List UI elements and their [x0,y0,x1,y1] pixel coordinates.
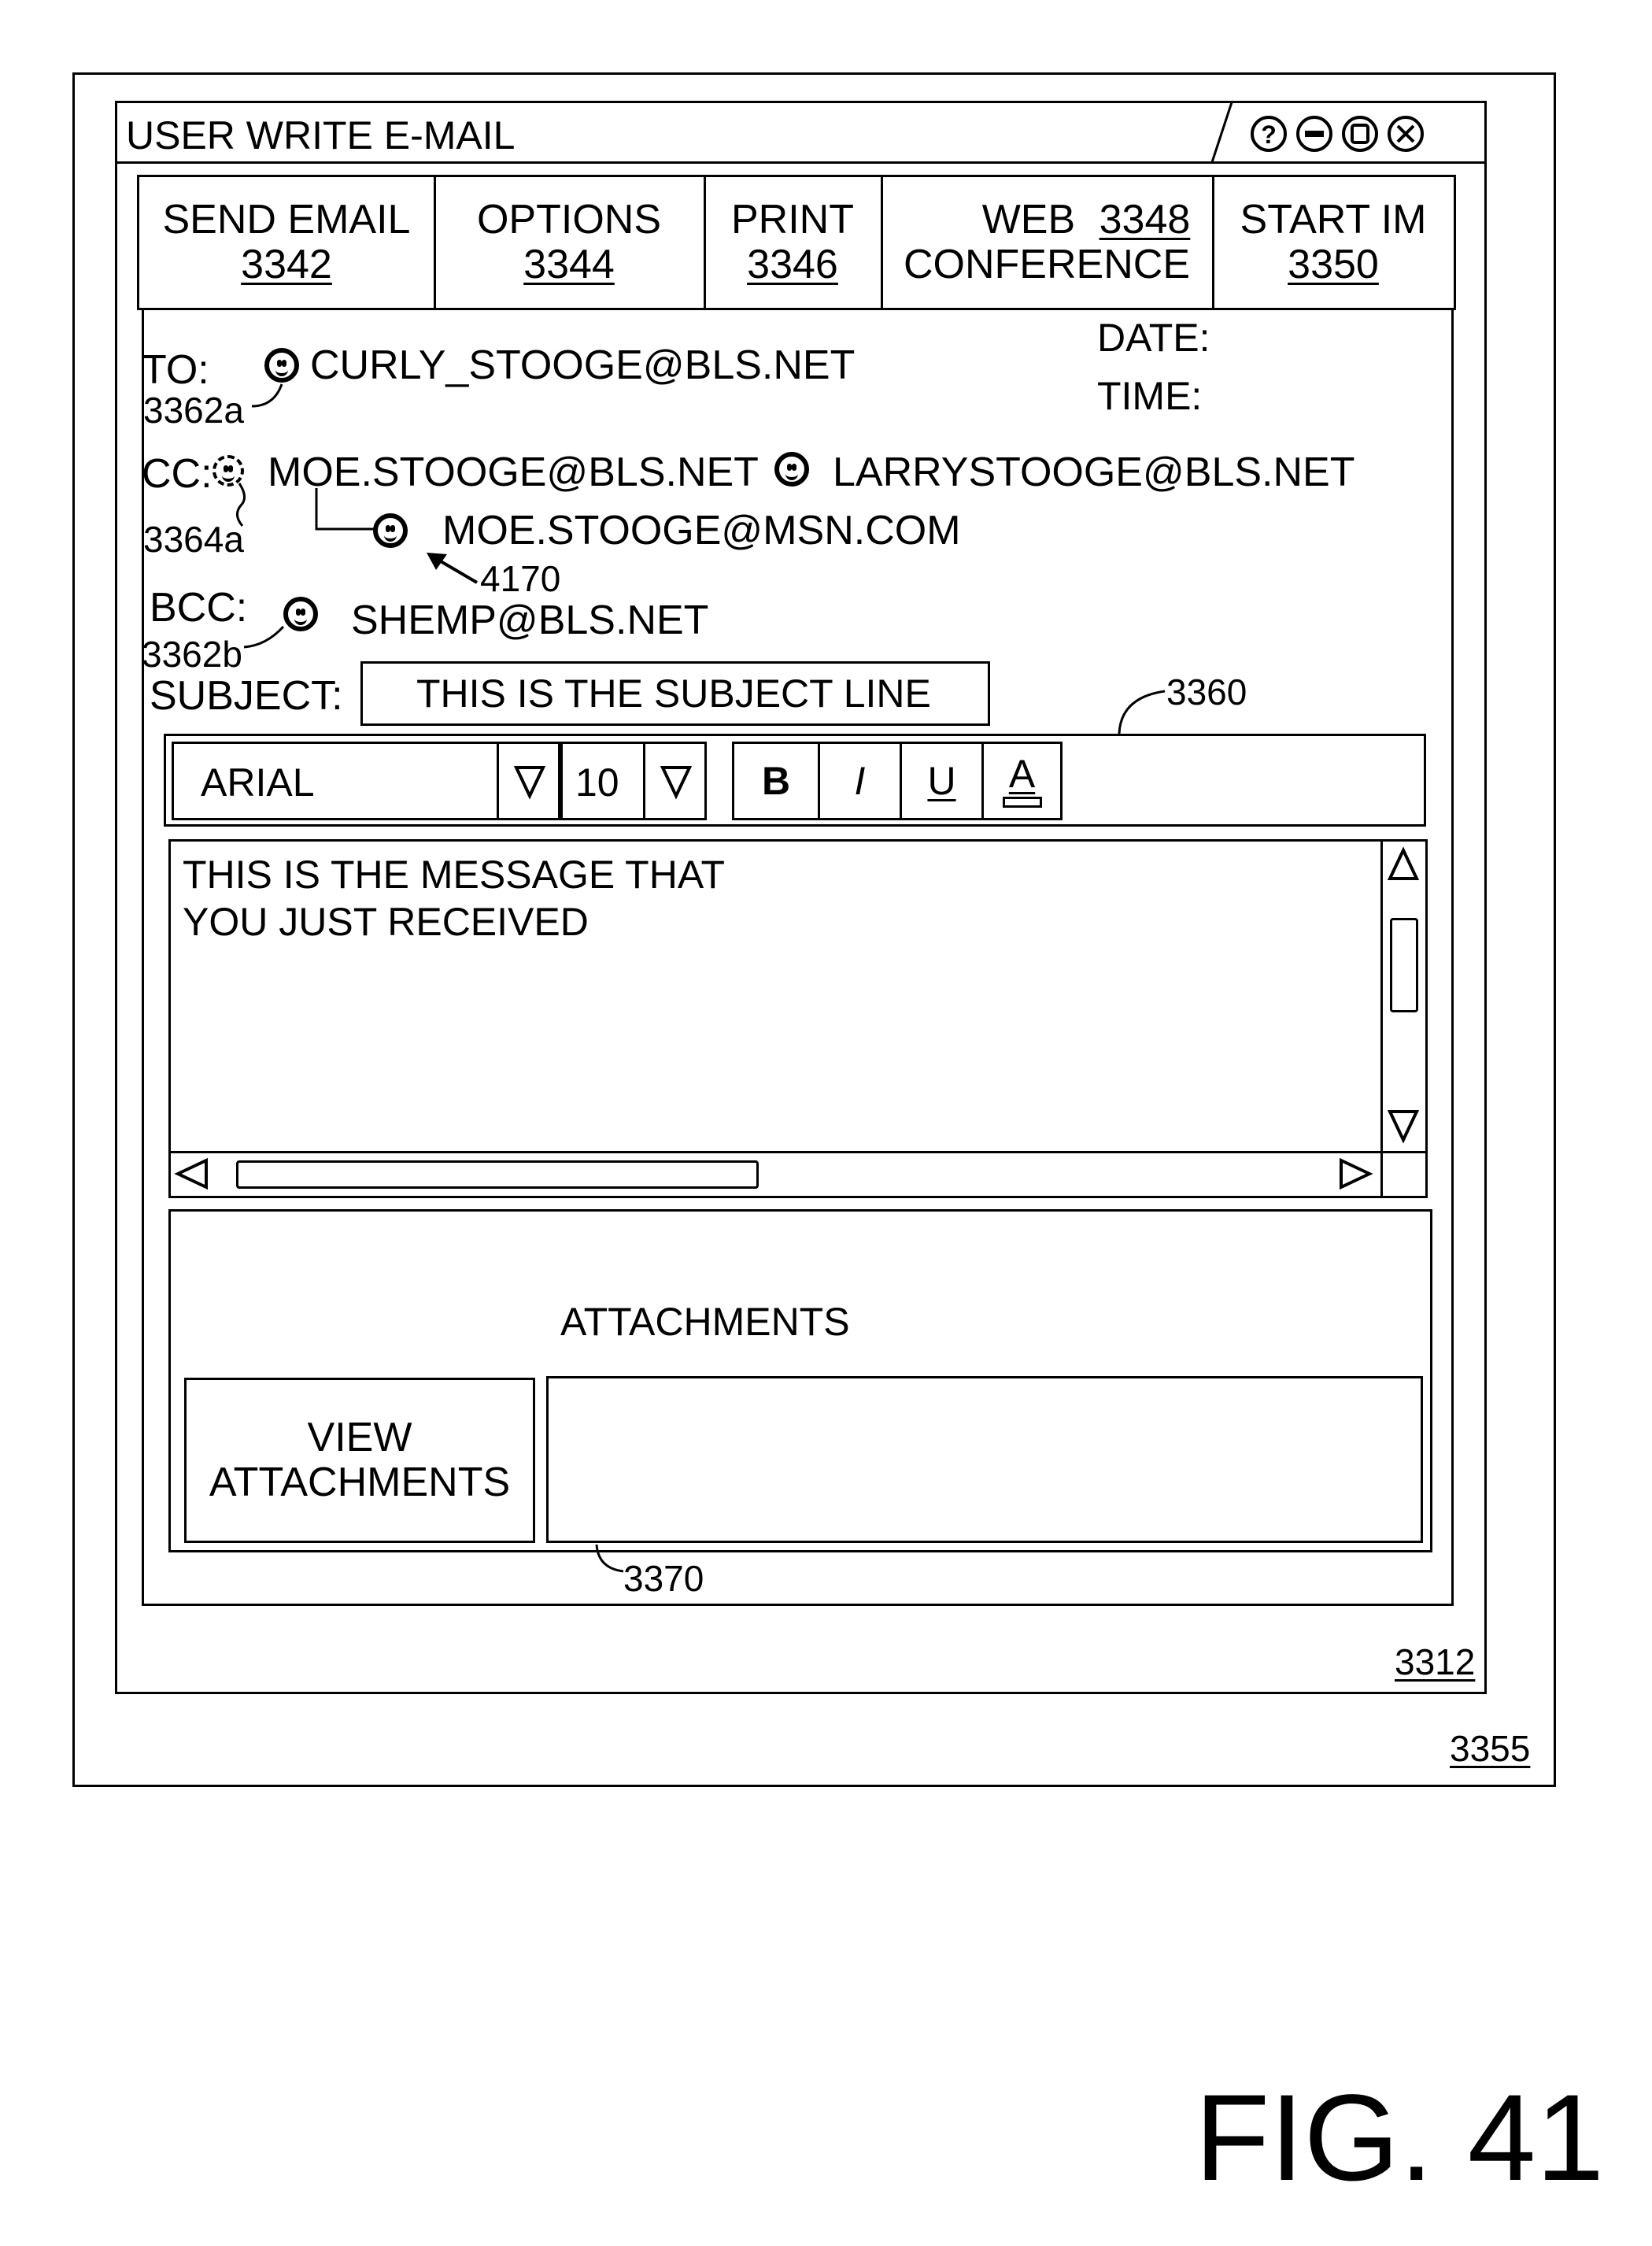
underline-button[interactable]: U [900,744,981,818]
font-color-swatch [1003,797,1042,808]
send-email-ref: 3342 [241,242,332,287]
cc-alt-address[interactable]: MOE.STOOGE@MSN.COM [442,510,961,551]
bcc-ref: 3362b [142,636,242,672]
time-label: TIME: [1097,376,1202,416]
scroll-right-arrow-icon[interactable] [1338,1157,1373,1192]
print-ref: 3346 [747,242,838,287]
format-bar-ref: 3360 [1166,674,1247,710]
bcc-ref-leader [242,623,290,655]
send-email-button[interactable]: SEND EMAIL 3342 [139,177,436,308]
window-title: USER WRITE E-MAIL [126,116,515,155]
subject-label: SUBJECT: [150,675,343,716]
cc-label: CC: [142,453,213,494]
subject-input[interactable]: THIS IS THE SUBJECT LINE [360,661,990,726]
bcc-label: BCC: [150,587,247,628]
alternate-address-connector [299,488,378,535]
chevron-down-icon [515,764,546,799]
font-color-label: A [1009,754,1035,794]
to-ref: 3362a [143,392,244,428]
cc-alt-ref-arrow [425,551,480,590]
message-line-1: THIS IS THE MESSAGE THAT [183,855,725,894]
font-dropdown-button[interactable] [497,744,560,818]
window-ref: 3312 [1395,1644,1475,1680]
bold-button[interactable]: B [734,744,818,818]
message-line-2: YOU JUST RECEIVED [183,902,589,942]
cc-address-1[interactable]: MOE.STOOGE@BLS.NET [268,452,759,493]
options-button[interactable]: OPTIONS 3344 [434,177,706,308]
cc-address-2[interactable]: LARRYSTOOGE@BLS.NET [833,452,1355,493]
maximize-icon[interactable] [1341,115,1380,154]
help-icon[interactable]: ? [1250,115,1289,154]
bcc-address[interactable]: SHEMP@BLS.NET [351,600,708,641]
svg-text:?: ? [1261,120,1277,149]
font-size-select[interactable]: 10 [560,742,707,820]
web-conference-label-1: WEB [982,197,1075,242]
horizontal-scroll-thumb[interactable] [236,1160,759,1189]
attachments-title: ATTACHMENTS [560,1302,850,1341]
to-ref-leader [250,383,290,414]
bold-label: B [762,758,790,804]
italic-label: I [855,758,866,804]
scroll-up-arrow-icon[interactable] [1388,847,1420,882]
subject-value: THIS IS THE SUBJECT LINE [416,671,931,716]
minimize-icon[interactable] [1295,115,1335,154]
cc-ref-leader [233,482,257,529]
chevron-down-icon [661,764,693,799]
font-select[interactable]: ARIAL [172,742,560,820]
underline-label: U [927,758,955,804]
start-im-ref: 3350 [1288,242,1379,287]
view-attachments-button[interactable]: VIEW ATTACHMENTS [184,1378,535,1543]
font-select-value: ARIAL [201,763,315,802]
figure-label: FIG. 41 [1195,2077,1604,2200]
close-icon[interactable] [1387,115,1426,154]
cc-contact-2-status-icon [774,452,809,487]
format-bar-ref-leader [1118,682,1173,737]
view-attachments-label-2: ATTACHMENTS [209,1460,510,1505]
font-color-button[interactable]: A [981,744,1060,818]
to-label: TO: [142,350,209,390]
outer-frame-ref: 3355 [1450,1730,1530,1767]
title-separator [1204,101,1236,164]
view-attachments-label-1: VIEW [308,1415,412,1460]
attachments-ref: 3370 [623,1560,704,1597]
text-style-group: B I U A [732,742,1063,820]
scrollbar-corner [1380,1151,1383,1196]
attachments-list[interactable] [546,1376,1423,1543]
web-conference-label-2: CONFERENCE [904,242,1190,287]
cc-alt-contact-status-icon [373,513,408,548]
vertical-scroll-thumb[interactable] [1390,918,1418,1012]
start-im-label: START IM [1240,198,1427,242]
to-contact-status-icon [264,348,299,383]
send-email-label: SEND EMAIL [163,198,411,242]
print-label: PRINT [731,198,854,242]
scroll-down-arrow-icon[interactable] [1388,1108,1420,1143]
italic-button[interactable]: I [818,744,900,818]
font-size-dropdown-button[interactable] [643,744,707,818]
cc-ref: 3364a [143,521,244,557]
web-conference-button[interactable]: WEB 3348 CONFERENCE [881,177,1214,308]
print-button[interactable]: PRINT 3346 [704,177,883,308]
scroll-left-arrow-icon[interactable] [175,1157,209,1192]
start-im-button[interactable]: START IM 3350 [1213,177,1454,308]
font-size-value: 10 [575,763,619,802]
options-label: OPTIONS [477,198,661,242]
cc-alt-ref: 4170 [480,561,560,597]
web-conference-ref: 3348 [1099,197,1191,242]
date-label: DATE: [1097,318,1210,357]
to-address[interactable]: CURLY_STOOGE@BLS.NET [310,345,855,386]
options-ref: 3344 [523,242,615,287]
